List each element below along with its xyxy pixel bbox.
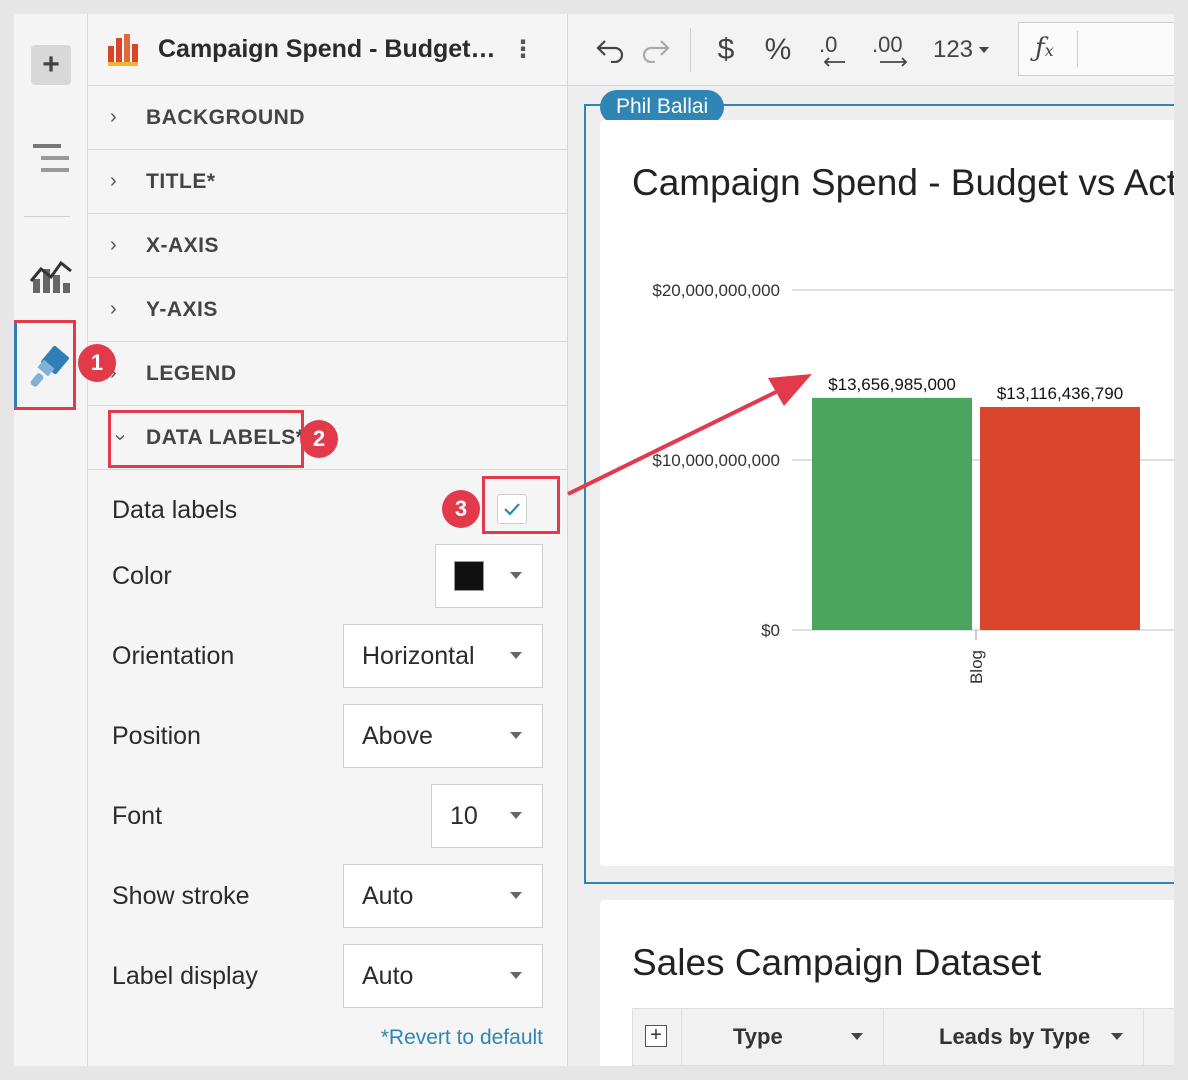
- annotation-arrow: [567, 374, 812, 496]
- arrow-head-icon: [768, 374, 812, 406]
- arrow-shaft: [567, 390, 777, 496]
- app-window: + Campaign Spend - Budget v ⋮ › BACKGROU…: [14, 14, 1174, 1066]
